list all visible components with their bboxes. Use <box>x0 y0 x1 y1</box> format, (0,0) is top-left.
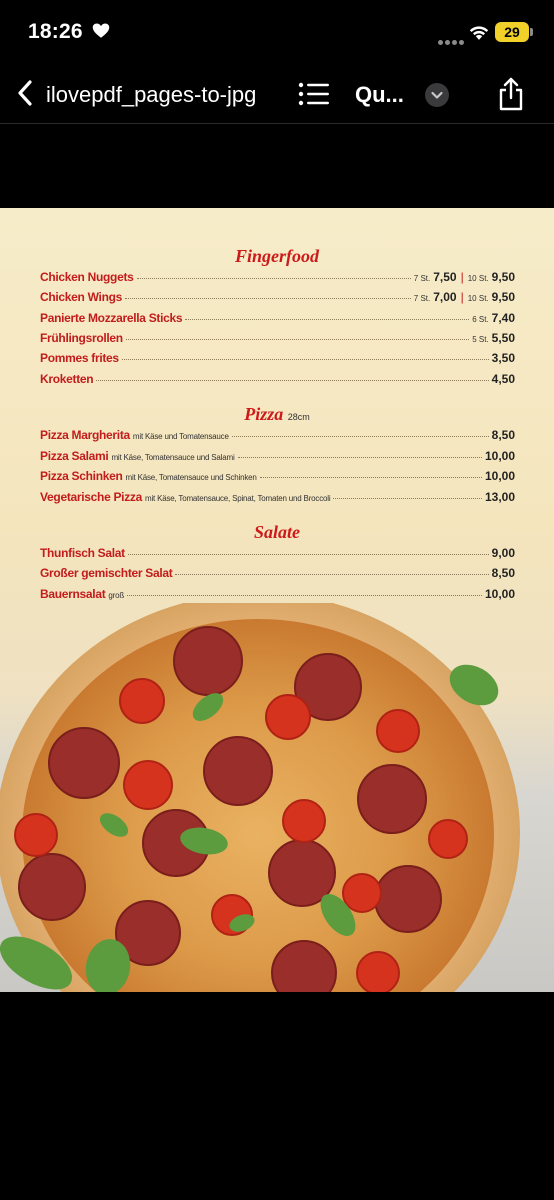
item-size: 10 St. <box>467 294 489 303</box>
menu-row: Frühlingsrollen 5 St. 5,50 <box>40 331 515 347</box>
item-name: Pizza Schinken <box>40 469 123 483</box>
item-size: 7 St. <box>413 274 431 283</box>
item-price: 8,50 <box>491 566 515 580</box>
item-price: 7,50 <box>433 270 457 284</box>
item-description: mit Käse, Tomatensauce und Salami <box>111 453 235 462</box>
item-price: 3,50 <box>491 351 515 365</box>
menu-row: Pizza Margherita mit Käse und Tomatensau… <box>40 428 515 444</box>
menu-row: Kroketten 4,50 <box>40 372 515 388</box>
dotted-leader <box>185 319 470 320</box>
item-name: Pizza Salami <box>40 449 109 463</box>
share-icon[interactable] <box>496 76 526 112</box>
dotted-leader <box>125 339 470 340</box>
chevron-down-icon <box>431 91 443 99</box>
item-size: 10 St. <box>467 274 489 283</box>
dotted-leader <box>333 498 482 499</box>
status-bar: 18:26 29 <box>0 0 554 64</box>
item-name: Bauernsalat <box>40 587 106 601</box>
status-time: 18:26 <box>28 20 83 43</box>
item-price: 5,50 <box>491 331 515 345</box>
menu-page-image: Fingerfood Chicken Nuggets 7 St. 7,50 | … <box>0 208 554 992</box>
back-chevron-icon[interactable] <box>14 78 36 108</box>
menu-row: Vegetarische Pizza mit Käse, Tomatensauc… <box>40 490 515 506</box>
section-title-fingerfood: Fingerfood <box>234 246 319 266</box>
signal-dots-icon <box>438 32 466 50</box>
dotted-leader <box>121 359 489 360</box>
item-name: Chicken Wings <box>40 290 123 304</box>
menu-row: Pizza Schinken mit Käse, Tomatensauce un… <box>40 469 515 485</box>
item-name: Vegetarische Pizza <box>40 490 142 504</box>
wifi-icon <box>469 26 489 40</box>
item-description: groß <box>108 591 125 600</box>
pizza-title: Pizza <box>244 404 284 424</box>
item-description: mit Käse, Tomatensauce und Schinken <box>125 473 257 482</box>
dotted-leader <box>96 380 489 381</box>
item-name: Panierte Mozzarella Sticks <box>40 311 183 325</box>
item-description: mit Käse und Tomatensauce <box>132 432 229 441</box>
dotted-leader <box>127 595 482 596</box>
menu-row: Thunfisch Salat 9,00 <box>40 546 515 562</box>
section-title-salate: Salate <box>253 522 300 542</box>
document-title[interactable]: ilovepdf_pages-to-jpg <box>46 82 256 108</box>
section-title-pizza: Pizza 28cm <box>0 404 554 425</box>
price-divider: | <box>460 290 464 304</box>
item-price: 7,00 <box>433 290 457 304</box>
dotted-leader <box>175 574 489 575</box>
dotted-leader <box>127 554 489 555</box>
item-size: 7 St. <box>413 294 431 303</box>
item-name: Thunfisch Salat <box>40 546 125 560</box>
item-price: 13,00 <box>484 490 515 504</box>
price-divider: | <box>460 270 464 284</box>
item-price: 10,00 <box>484 449 515 463</box>
dotted-leader <box>259 477 482 478</box>
dotted-leader <box>125 298 411 299</box>
menu-row: Chicken Wings 7 St. 7,00 | 10 St. 9,50 <box>40 290 515 306</box>
menu-row: Pizza Salami mit Käse, Tomatensauce und … <box>40 449 515 465</box>
item-price: 4,50 <box>491 372 515 386</box>
dotted-leader <box>231 436 489 437</box>
item-price: 9,00 <box>491 546 515 560</box>
title-menu-button[interactable] <box>425 83 449 107</box>
heart-icon <box>92 23 110 38</box>
item-name: Großer gemischter Salat <box>40 566 173 580</box>
pizza-size-note: 28cm <box>287 412 310 422</box>
item-name: Chicken Nuggets <box>40 270 134 284</box>
item-name: Kroketten <box>40 372 94 386</box>
menu-text: Fingerfood Chicken Nuggets 7 St. 7,50 | … <box>0 208 554 608</box>
menu-row: Bauernsalat groß 10,00 <box>40 587 515 603</box>
item-size: 5 St. <box>472 335 489 344</box>
item-size: 6 St. <box>472 315 489 324</box>
dotted-leader <box>136 278 411 279</box>
battery-indicator: 29 <box>495 22 529 42</box>
item-price: 9,50 <box>491 270 515 284</box>
item-name: Pommes frites <box>40 351 119 365</box>
item-description: mit Käse, Tomatensauce, Spinat, Tomaten … <box>145 494 331 503</box>
menu-row: Chicken Nuggets 7 St. 7,50 | 10 St. 9,50 <box>40 270 515 286</box>
list-icon[interactable] <box>298 82 330 106</box>
nav-bar: ilovepdf_pages-to-jpg Qu... <box>0 64 554 124</box>
item-name: Pizza Margherita <box>40 428 130 442</box>
item-price: 10,00 <box>484 469 515 483</box>
item-price: 10,00 <box>484 587 515 601</box>
item-price: 8,50 <box>491 428 515 442</box>
menu-row: Großer gemischter Salat 8,50 <box>40 566 515 582</box>
pizza-illustration <box>0 603 520 992</box>
menu-row: Pommes frites 3,50 <box>40 351 515 367</box>
item-price: 7,40 <box>491 311 515 325</box>
battery-tip <box>530 28 533 36</box>
page-title-short[interactable]: Qu... <box>355 82 404 108</box>
item-name: Frühlingsrollen <box>40 331 123 345</box>
dotted-leader <box>237 457 482 458</box>
item-price: 9,50 <box>491 290 515 304</box>
menu-row: Panierte Mozzarella Sticks 6 St. 7,40 <box>40 311 515 327</box>
